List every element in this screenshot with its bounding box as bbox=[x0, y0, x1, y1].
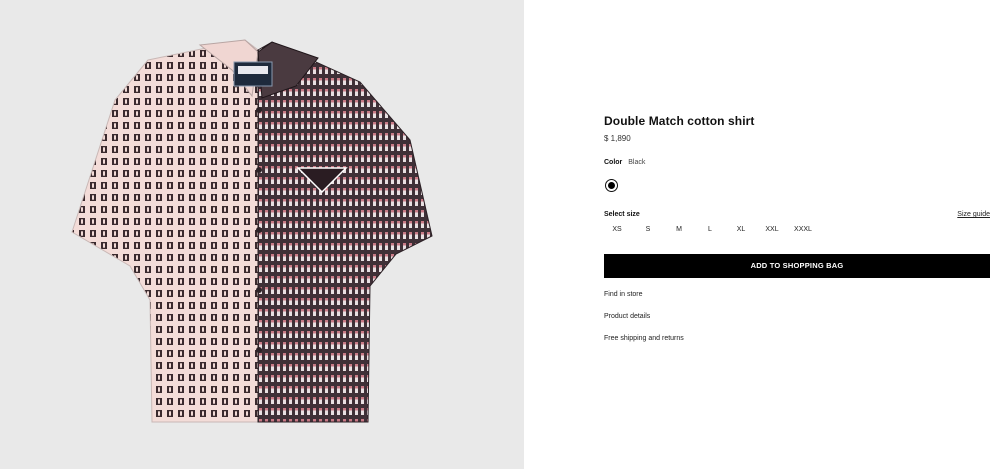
shipping-returns-link[interactable]: Free shipping and returns bbox=[604, 335, 684, 342]
add-to-bag-button[interactable]: ADD TO SHOPPING BAG bbox=[604, 254, 990, 278]
color-value: Black bbox=[628, 159, 646, 166]
size-option-xs[interactable]: XS bbox=[604, 226, 630, 233]
product-image[interactable] bbox=[0, 0, 524, 469]
size-guide-link[interactable]: Size guide bbox=[957, 211, 990, 218]
find-in-store-link[interactable]: Find in store bbox=[604, 291, 643, 298]
product-price: $ 1,890 bbox=[604, 134, 631, 143]
size-option-l[interactable]: L bbox=[697, 226, 723, 233]
size-option-xl[interactable]: XL bbox=[728, 226, 754, 233]
size-option-xxxl[interactable]: XXXL bbox=[790, 226, 816, 233]
size-options: XS S M L XL XXL XXXL bbox=[604, 226, 854, 238]
select-size-label: Select size bbox=[604, 211, 640, 218]
product-details-link[interactable]: Product details bbox=[604, 313, 650, 320]
color-swatch-black[interactable] bbox=[605, 179, 618, 192]
product-details-panel: Double Match cotton shirt $ 1,890 Color … bbox=[604, 0, 990, 469]
color-label: Color bbox=[604, 159, 623, 166]
size-option-s[interactable]: S bbox=[635, 226, 661, 233]
size-option-xxl[interactable]: XXL bbox=[759, 226, 785, 233]
size-option-m[interactable]: M bbox=[666, 226, 692, 233]
product-title: Double Match cotton shirt bbox=[604, 114, 755, 128]
swatch-fill bbox=[608, 182, 615, 189]
product-image-panel bbox=[0, 0, 524, 469]
color-row: Color Black bbox=[604, 159, 645, 166]
